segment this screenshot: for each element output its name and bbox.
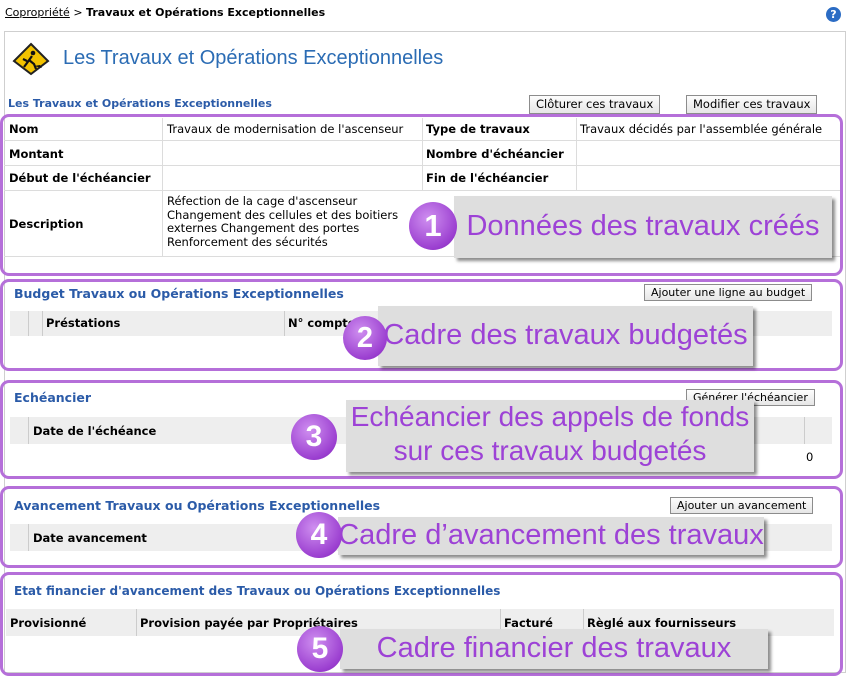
modify-works-button[interactable]: Modifier ces travaux	[686, 95, 818, 114]
description-line: Changement des cellules et des boitiers	[167, 207, 399, 222]
budget-title: Budget Travaux ou Opérations Exceptionne…	[14, 286, 344, 301]
breadcrumb-current: Travaux et Opérations Exceptionnelles	[86, 6, 326, 19]
add-budget-line-button[interactable]: Ajouter une ligne au budget	[644, 284, 813, 301]
col-date-avancement: Date avancement	[33, 531, 147, 545]
col-facture: Facturé	[504, 616, 553, 630]
annotation-1-badge: 1	[409, 202, 457, 250]
col-prestations: Préstations	[46, 316, 121, 330]
annotation-3-badge: 3	[291, 414, 337, 460]
type-label: Type de travaux	[426, 122, 530, 136]
description-value: Réfection de la cage d'ascenseur Changem…	[167, 194, 399, 249]
description-line: Renforcement des sécurités	[167, 234, 328, 249]
nom-label: Nom	[9, 122, 39, 136]
breadcrumb-separator: >	[69, 6, 87, 19]
annotation-5-label: Cadre financier des travaux	[340, 629, 768, 669]
road-works-sign-icon	[12, 42, 50, 76]
add-progress-button[interactable]: Ajouter un avancement	[670, 497, 814, 514]
col-provisionne: Provisionné	[10, 616, 87, 630]
schedule-title: Echéancier	[14, 390, 91, 405]
annotation-5-badge: 5	[297, 626, 343, 672]
description-line: externes Changement des portes	[167, 221, 360, 235]
annotation-1-label: Données des travaux créés	[454, 196, 832, 258]
breadcrumb: Copropriété > Travaux et Opérations Exce…	[5, 6, 325, 19]
help-icon[interactable]: ?	[826, 7, 841, 22]
col-date-echeance: Date de l'échéance	[33, 424, 157, 438]
montant-label: Montant	[9, 147, 64, 161]
annotation-3-line: sur ces travaux budgetés	[393, 435, 707, 466]
nom-value: Travaux de modernisation de l'ascenseur	[167, 122, 404, 136]
annotation-2-badge: 2	[343, 316, 387, 360]
breadcrumb-link-copropriete[interactable]: Copropriété	[5, 6, 70, 19]
fin-label: Fin de l'échéancier	[426, 171, 549, 185]
schedule-total: 0	[806, 450, 814, 464]
close-works-button[interactable]: Clôturer ces travaux	[529, 95, 661, 114]
financial-title: Etat financier d'avancement des Travaux …	[14, 584, 501, 598]
debut-label: Début de l'échéancier	[9, 171, 151, 185]
nb-echeancier-label: Nombre d'échéancier	[426, 147, 564, 161]
description-label: Description	[9, 217, 84, 231]
annotation-2-label: Cadre des travaux budgetés	[378, 306, 753, 366]
section-subtitle: Les Travaux et Opérations Exceptionnelle…	[8, 97, 272, 110]
annotation-3-line: Echéancier des appels de fonds	[350, 401, 750, 432]
annotation-4-label: Cadre d’avancement des travaux	[338, 517, 764, 555]
annotation-3-label: Echéancier des appels de fonds sur ces t…	[346, 400, 754, 472]
type-value: Travaux décidés par l'assemblée générale	[580, 122, 823, 136]
progress-title: Avancement Travaux ou Opérations Excepti…	[14, 498, 381, 513]
page-title: Les Travaux et Opérations Exceptionnelle…	[63, 47, 444, 69]
annotation-4-badge: 4	[296, 512, 342, 558]
col-regle: Règlé aux fournisseurs	[587, 616, 737, 630]
description-line: Réfection de la cage d'ascenseur	[167, 194, 358, 208]
